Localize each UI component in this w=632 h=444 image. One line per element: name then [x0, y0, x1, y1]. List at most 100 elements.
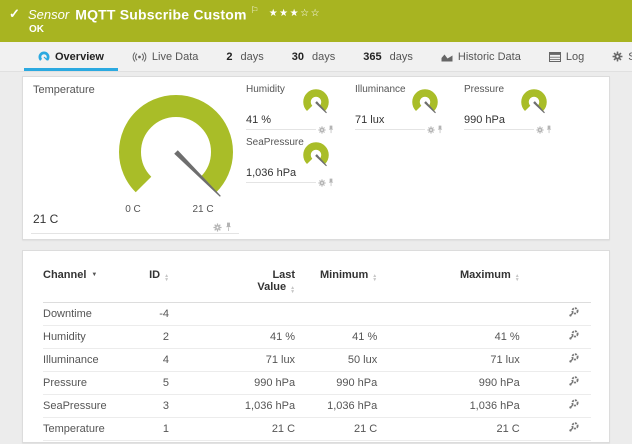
area-chart-icon: [441, 52, 453, 62]
tab-overview[interactable]: Overview: [24, 42, 118, 71]
channel-settings-wrench-icon[interactable]: [568, 332, 579, 344]
pin-icon[interactable]: [328, 178, 334, 187]
tab-log[interactable]: Log: [535, 42, 598, 71]
pin-icon[interactable]: [328, 125, 334, 134]
last-value: 71 lux: [169, 349, 295, 372]
gauge-max-label: 21 C: [181, 204, 225, 215]
column-label: Minimum: [320, 269, 368, 281]
tab-label: Overview: [55, 51, 104, 63]
tab-bar: Overview Live Data 2 days 30 days 365: [0, 42, 632, 72]
channel-name: Downtime: [43, 303, 131, 326]
channel-id: 5: [131, 372, 169, 395]
sort-arrows-icon: ▲▼: [164, 274, 169, 282]
maximum-value: 21 C: [377, 418, 519, 441]
channel-name: Pressure: [43, 372, 131, 395]
mini-gauge-label: Illuminance: [355, 84, 406, 95]
tab-label: Settings: [628, 51, 632, 63]
status-badge: OK: [29, 24, 44, 35]
column-header-last-value[interactable]: Last Value▲▼: [169, 265, 295, 303]
gear-icon[interactable]: [536, 126, 544, 134]
column-header-maximum[interactable]: Maximum ▲▼: [377, 265, 519, 303]
sort-arrows-icon: ▲▼: [372, 274, 377, 282]
minimum-value: 41 %: [295, 326, 377, 349]
illuminance-gauge: [409, 89, 443, 119]
tab-number: 365: [363, 51, 381, 63]
channel-settings-wrench-icon[interactable]: [568, 309, 579, 321]
channel-id: 2: [131, 326, 169, 349]
mini-gauge-value: 71 lux: [355, 114, 384, 126]
minimum-value: 990 hPa: [295, 372, 377, 395]
gear-icon[interactable]: [318, 126, 326, 134]
tab-365-days[interactable]: 365 days: [349, 42, 427, 71]
last-value: 1,036 hPa: [169, 395, 295, 418]
tab-label: days: [312, 51, 335, 63]
minimum-value: 50 lux: [295, 349, 377, 372]
tab-number: 2: [226, 51, 232, 63]
gauge-icon: [38, 51, 50, 63]
last-value: 990 hPa: [169, 372, 295, 395]
maximum-value: [377, 303, 519, 326]
temperature-gauge: [96, 91, 256, 203]
mini-gauge-value: 1,036 hPa: [246, 167, 296, 179]
sort-arrows-icon: ▲▼: [290, 286, 295, 294]
table-header-row: Channel▼ ID ▲▼ Last Value▲▼ Minimum ▲▼: [43, 265, 591, 303]
tab-2-days[interactable]: 2 days: [212, 42, 277, 71]
sort-caret-icon: ▼: [91, 272, 97, 278]
column-header-channel[interactable]: Channel▼: [43, 265, 131, 303]
channel-settings-wrench-icon[interactable]: [568, 378, 579, 390]
tab-label: Log: [566, 51, 584, 63]
table-row-illuminance: Illuminance 4 71 lux 50 lux 71 lux: [43, 349, 591, 372]
tab-30-days[interactable]: 30 days: [278, 42, 350, 71]
last-value: [169, 303, 295, 326]
divider: [31, 233, 239, 234]
mini-gauge-value: 41 %: [246, 114, 271, 126]
mini-gauge-label: SeaPressure: [246, 137, 304, 148]
tab-settings[interactable]: Settings: [598, 42, 632, 71]
table-row-seapressure: SeaPressure 3 1,036 hPa 1,036 hPa 1,036 …: [43, 395, 591, 418]
minimum-value: 1,036 hPa: [295, 395, 377, 418]
channels-table: Channel▼ ID ▲▼ Last Value▲▼ Minimum ▲▼: [43, 265, 591, 441]
mini-gauge-seapressure: SeaPressure 1,036 hPa: [246, 137, 334, 183]
last-value: 41 %: [169, 326, 295, 349]
column-label: Maximum: [460, 269, 511, 281]
gear-icon[interactable]: [318, 179, 326, 187]
main-gauge-value: 21 C: [33, 212, 58, 226]
priority-stars[interactable]: ★★★☆☆: [269, 8, 321, 19]
table-row-humidity: Humidity 2 41 % 41 % 41 %: [43, 326, 591, 349]
column-label: ID: [149, 269, 160, 281]
mini-gauge-pressure: Pressure 990 hPa: [464, 84, 552, 130]
broadcast-icon: [132, 52, 147, 62]
table-row-pressure: Pressure 5 990 hPa 990 hPa 990 hPa: [43, 372, 591, 395]
gear-icon[interactable]: [213, 223, 222, 232]
gear-icon: [612, 51, 623, 62]
sort-arrows-icon: ▲▼: [515, 274, 520, 282]
page-title: MQTT Subscribe Custom: [75, 6, 246, 22]
channel-id: 3: [131, 395, 169, 418]
column-label: Last: [272, 269, 295, 281]
flag-icon[interactable]: ⚐: [251, 5, 259, 15]
pin-icon[interactable]: [225, 222, 232, 232]
mini-gauge-humidity: Humidity 41 %: [246, 84, 334, 130]
pin-icon[interactable]: [437, 125, 443, 134]
mini-gauge-label: Humidity: [246, 84, 285, 95]
last-value: 21 C: [169, 418, 295, 441]
tab-historic-data[interactable]: Historic Data: [427, 42, 535, 71]
column-header-minimum[interactable]: Minimum ▲▼: [295, 265, 377, 303]
channel-settings-wrench-icon[interactable]: [568, 401, 579, 413]
main-gauge-label: Temperature: [33, 84, 95, 96]
channel-name: Humidity: [43, 326, 131, 349]
maximum-value: 1,036 hPa: [377, 395, 519, 418]
tab-label: days: [241, 51, 264, 63]
log-table-icon: [549, 52, 561, 62]
channel-id: 1: [131, 418, 169, 441]
channel-settings-wrench-icon[interactable]: [568, 355, 579, 367]
column-header-id[interactable]: ID ▲▼: [131, 265, 169, 303]
tab-live-data[interactable]: Live Data: [118, 42, 212, 71]
channel-name: SeaPressure: [43, 395, 131, 418]
gear-icon[interactable]: [427, 126, 435, 134]
channel-settings-wrench-icon[interactable]: [568, 424, 579, 436]
mini-gauge-value: 990 hPa: [464, 114, 505, 126]
pin-icon[interactable]: [546, 125, 552, 134]
column-header-actions: [520, 265, 591, 303]
object-kind-label: Sensor: [28, 7, 69, 22]
